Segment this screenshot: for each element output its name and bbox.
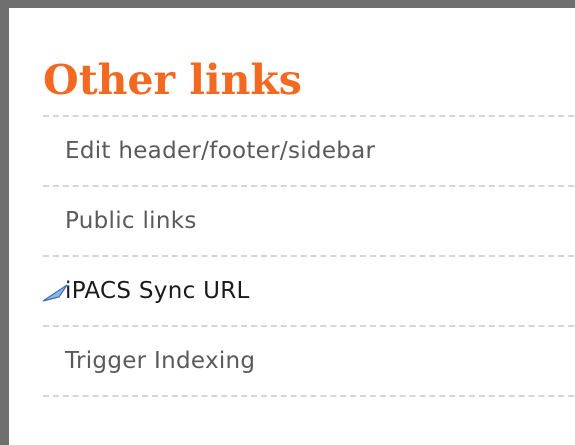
link-label[interactable]: Edit header/footer/sidebar [65, 138, 375, 164]
link-label[interactable]: Trigger Indexing [65, 348, 255, 374]
link-ipacs-sync-url[interactable]: iPACS Sync URL [42, 257, 575, 325]
link-label[interactable]: Public links [65, 208, 197, 234]
link-public-links[interactable]: Public links [43, 187, 575, 255]
section-title: Other links [43, 56, 302, 104]
other-links-panel: Other links Edit header/footer/sidebar P… [42, 46, 575, 397]
link-trigger-indexing[interactable]: Trigger Indexing [43, 327, 575, 395]
link-label[interactable]: iPACS Sync URL [65, 278, 250, 304]
link-edit-header-footer-sidebar[interactable]: Edit header/footer/sidebar [43, 117, 575, 185]
divider [43, 395, 575, 397]
mouse-cursor-arrow-icon [42, 284, 68, 302]
window-frame: Other links Edit header/footer/sidebar P… [0, 0, 575, 445]
